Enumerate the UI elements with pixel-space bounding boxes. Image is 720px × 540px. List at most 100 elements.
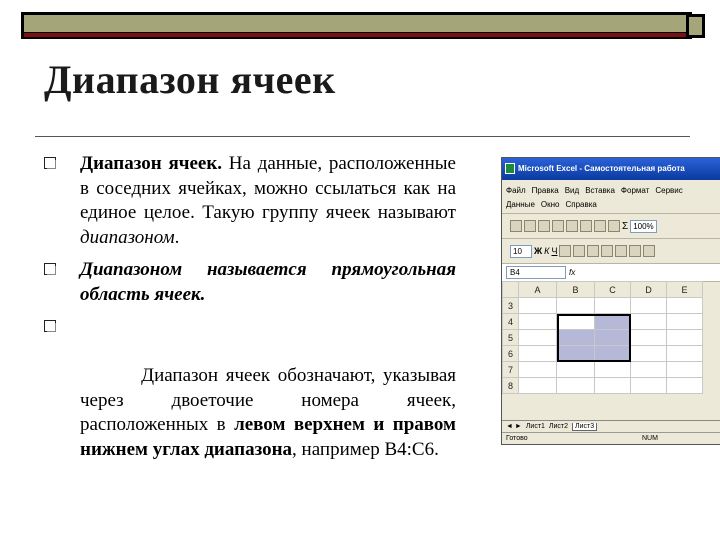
cell-c7[interactable] [594, 361, 631, 378]
cell-d7[interactable] [630, 361, 667, 378]
menu-item-r1-2[interactable]: Вид [565, 186, 579, 195]
cell-c8[interactable] [594, 377, 631, 394]
cell-d6[interactable] [630, 345, 667, 362]
cell-d3[interactable] [630, 297, 667, 314]
borders-icon[interactable] [615, 245, 628, 257]
row-header-5[interactable]: 5 [502, 329, 519, 346]
menu-item-r1-3[interactable]: Вставка [585, 186, 615, 195]
cell-d4[interactable] [630, 313, 667, 330]
cell-a3[interactable] [518, 297, 557, 314]
cell-b8[interactable] [556, 377, 595, 394]
cell-b4[interactable] [556, 313, 595, 330]
column-header-b[interactable]: B [556, 281, 595, 298]
bullet-1-end: . [174, 226, 180, 248]
cell-e3[interactable] [666, 297, 703, 314]
menu-item-r1-1[interactable]: Правка [532, 186, 559, 195]
cell-a5[interactable] [518, 329, 557, 346]
cell-e6[interactable] [666, 345, 703, 362]
worksheet-grid: ABCDE 345678 [502, 281, 720, 394]
cell-c5[interactable] [594, 329, 631, 346]
cell-c6[interactable] [594, 345, 631, 362]
zoom-box[interactable]: 100% [630, 219, 657, 233]
excel-title-bar: Microsoft Excel - Самостоятельная работа [502, 158, 720, 180]
status-num: NUM [642, 435, 658, 442]
fill-color-icon[interactable] [629, 245, 642, 257]
preview-icon[interactable] [552, 220, 564, 232]
title-divider [35, 136, 690, 137]
paste-icon[interactable] [594, 220, 606, 232]
cell-a4[interactable] [518, 313, 557, 330]
cell-a7[interactable] [518, 361, 557, 378]
cell-b5[interactable] [556, 329, 595, 346]
cell-d5[interactable] [630, 329, 667, 346]
font-size-box[interactable]: 10 [510, 244, 532, 258]
copy-icon[interactable] [580, 220, 592, 232]
formula-bar: B4 fx [502, 264, 720, 282]
cell-c4[interactable] [594, 313, 631, 330]
cut-icon[interactable] [566, 220, 578, 232]
cell-e7[interactable] [666, 361, 703, 378]
cell-a8[interactable] [518, 377, 557, 394]
row-header-6[interactable]: 6 [502, 345, 519, 362]
autosum-button[interactable]: Σ [622, 221, 628, 232]
sheet-tab-2[interactable]: Лист2 [549, 423, 568, 430]
align-right-icon[interactable] [587, 245, 600, 257]
row-header-4[interactable]: 4 [502, 313, 519, 330]
print-icon[interactable] [538, 220, 550, 232]
top-corner-square-inner [689, 17, 702, 35]
row-header-7[interactable]: 7 [502, 361, 519, 378]
menu-item-r2-1[interactable]: Окно [541, 200, 560, 209]
sheet-tab-1[interactable]: Лист1 [526, 423, 545, 430]
excel-screenshot: Microsoft Excel - Самостоятельная работа… [501, 157, 720, 445]
top-bar-red-stripe [24, 33, 686, 37]
bold-button[interactable]: Ж [534, 246, 542, 256]
italic-button[interactable]: К [544, 246, 549, 256]
cell-a6[interactable] [518, 345, 557, 362]
tab-nav-icon[interactable]: ◄ ► [506, 423, 522, 430]
column-header-c[interactable]: C [594, 281, 631, 298]
merge-icon[interactable] [601, 245, 614, 257]
menu-item-r2-0[interactable]: Данные [506, 200, 535, 209]
top-decorative-bar [21, 12, 692, 39]
bullet-item-3: Диапазон ячеек обозначают, указывая чере… [44, 315, 456, 487]
cell-e4[interactable] [666, 313, 703, 330]
bullet-square-icon [44, 320, 56, 332]
fx-icon: fx [569, 268, 576, 277]
cell-b7[interactable] [556, 361, 595, 378]
column-header-a[interactable]: A [518, 281, 557, 298]
cell-e8[interactable] [666, 377, 703, 394]
sheet-tab-3[interactable]: Лист3 [572, 422, 598, 431]
row-header-3[interactable]: 3 [502, 297, 519, 314]
sheet-tabs: ◄ ► Лист1 Лист2 Лист3 [502, 420, 720, 432]
formatting-toolbar: 10 Ж К Ч [502, 239, 720, 264]
undo-icon[interactable] [608, 220, 620, 232]
font-color-icon[interactable] [643, 245, 656, 257]
cell-b3[interactable] [556, 297, 595, 314]
align-center-icon[interactable] [573, 245, 586, 257]
name-box[interactable]: B4 [506, 266, 566, 279]
align-left-icon[interactable] [559, 245, 572, 257]
grid-corner[interactable] [502, 281, 519, 298]
cell-table: ABCDE 345678 [502, 281, 703, 394]
excel-window-title: Microsoft Excel - Самостоятельная работа [518, 164, 685, 173]
bullet-list: Диапазон ячеек. На данные, расположенные… [44, 152, 456, 495]
top-corner-square [686, 14, 705, 38]
bullet-1-bold: Диапазон ячеек. [80, 153, 223, 174]
cell-e5[interactable] [666, 329, 703, 346]
menu-row-2: Данные Окно Справка [506, 197, 716, 211]
top-bar-olive-stripe [24, 15, 686, 32]
cell-d8[interactable] [630, 377, 667, 394]
underline-button[interactable]: Ч [551, 246, 557, 256]
menu-item-r1-4[interactable]: Формат [621, 186, 649, 195]
cell-c3[interactable] [594, 297, 631, 314]
open-icon[interactable] [510, 220, 522, 232]
column-header-d[interactable]: D [630, 281, 667, 298]
column-header-e[interactable]: E [666, 281, 703, 298]
row-header-8[interactable]: 8 [502, 377, 519, 394]
bullet-square-icon [44, 263, 56, 275]
save-icon[interactable] [524, 220, 536, 232]
menu-item-r1-0[interactable]: Файл [506, 186, 526, 195]
menu-item-r1-5[interactable]: Сервис [655, 186, 682, 195]
menu-item-r2-2[interactable]: Справка [566, 200, 597, 209]
cell-b6[interactable] [556, 345, 595, 362]
